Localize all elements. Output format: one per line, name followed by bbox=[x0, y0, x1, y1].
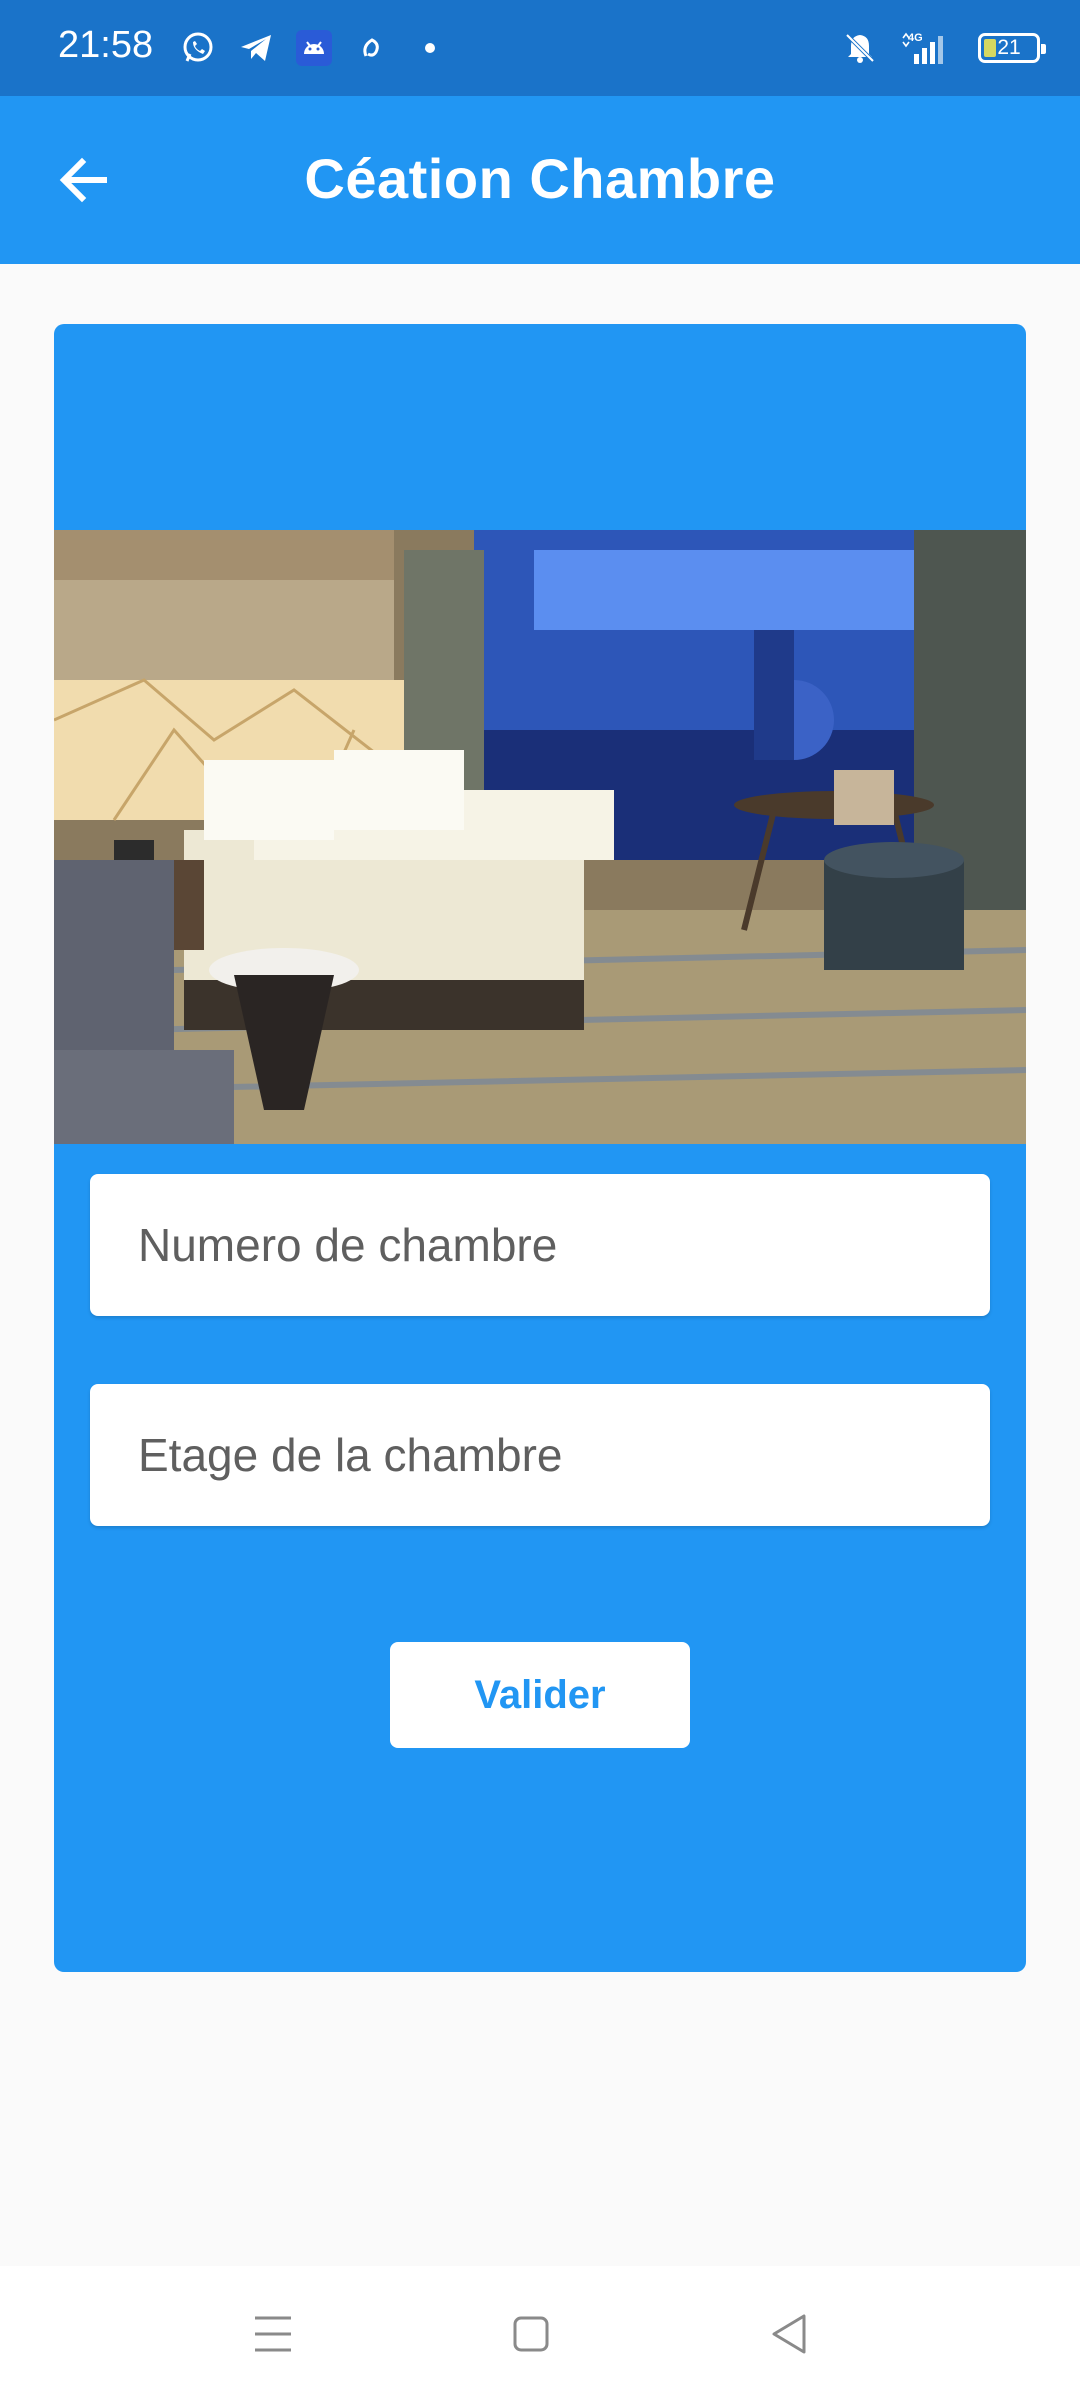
floor-field[interactable] bbox=[90, 1384, 990, 1526]
whatsapp-icon bbox=[180, 30, 216, 66]
app-icon bbox=[354, 30, 390, 66]
room-image bbox=[54, 530, 1026, 1144]
notification-icons bbox=[180, 22, 448, 74]
room-number-field[interactable] bbox=[90, 1174, 990, 1316]
home-icon[interactable] bbox=[501, 2304, 561, 2364]
submit-button[interactable]: Valider bbox=[390, 1642, 690, 1748]
menu-icon[interactable] bbox=[243, 2304, 303, 2364]
signal-4g-icon: 4G bbox=[900, 30, 956, 66]
svg-text:4G: 4G bbox=[908, 32, 923, 44]
floor-input[interactable] bbox=[90, 1384, 990, 1526]
battery-icon: 21 bbox=[978, 33, 1046, 63]
back-triangle-icon[interactable] bbox=[760, 2304, 820, 2364]
system-nav-bar bbox=[0, 2266, 1080, 2400]
battery-level: 21 bbox=[997, 36, 1021, 59]
android-icon bbox=[296, 30, 332, 66]
system-icons: 4G 21 bbox=[842, 24, 1046, 72]
status-bar: 21:58 4G 21 bbox=[0, 0, 1080, 96]
page-title: Céation Chambre bbox=[304, 147, 776, 210]
form-card: Valider bbox=[54, 324, 1026, 1972]
telegram-icon bbox=[238, 30, 274, 66]
status-time: 21:58 bbox=[58, 24, 154, 66]
app-bar: Céation Chambre bbox=[0, 96, 1080, 264]
room-number-input[interactable] bbox=[90, 1174, 990, 1316]
dot-icon bbox=[412, 30, 448, 66]
bell-muted-icon bbox=[842, 30, 878, 66]
